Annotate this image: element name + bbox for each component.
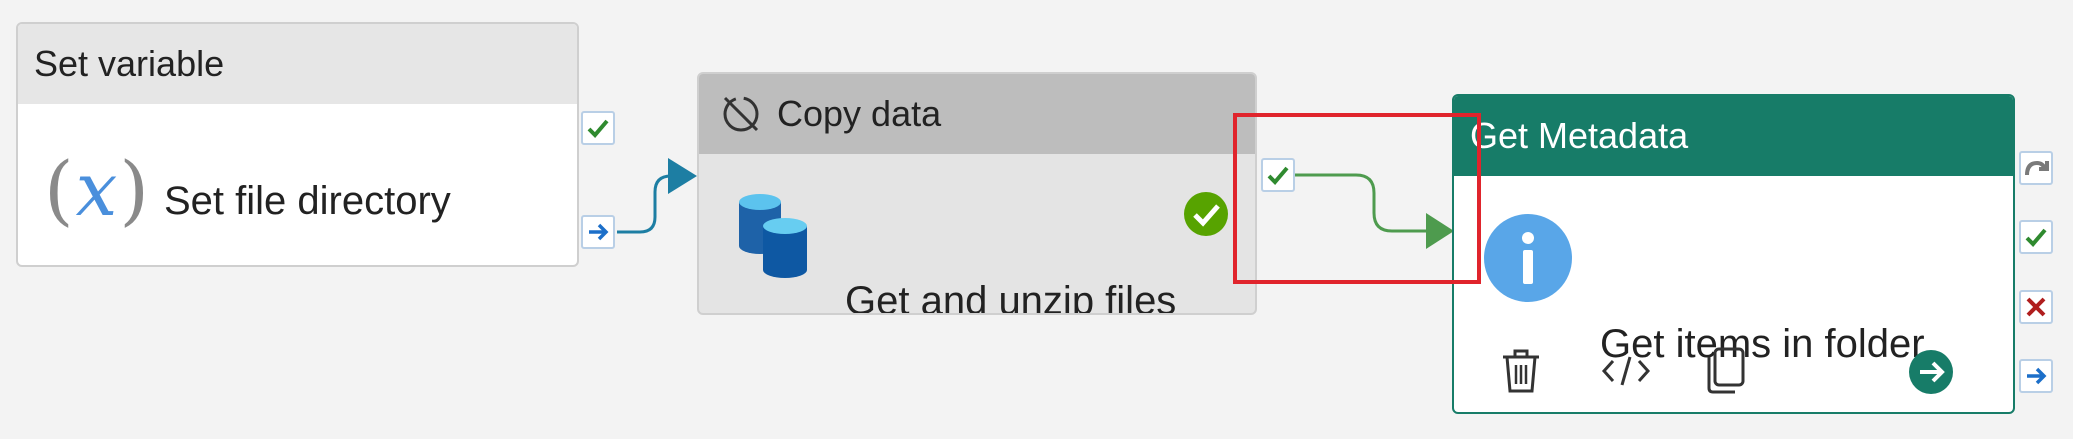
code-icon <box>1601 356 1651 386</box>
status-succeeded-icon <box>1184 192 1228 236</box>
set-variable-activity[interactable]: Set variable ( x ) Set file directory <box>16 22 579 267</box>
activity-type-label: Get Metadata <box>1470 115 1689 156</box>
activity-name: Get and unzip files <box>845 279 1177 315</box>
activity-type-header: Copy data <box>699 74 1255 154</box>
completion-arrow-icon <box>2027 367 2047 385</box>
copy-data-activity[interactable]: Copy data Get and unzip files <box>697 72 1257 315</box>
go-to-activity-button[interactable] <box>1906 347 1956 397</box>
success-check-icon <box>587 119 609 138</box>
variable-icon: ( x ) <box>44 145 150 234</box>
code-button[interactable] <box>1598 346 1654 396</box>
delete-button[interactable] <box>1496 346 1546 396</box>
go-arrow-icon <box>1909 350 1953 394</box>
highlight-box <box>1233 113 1481 284</box>
info-icon <box>1484 214 1572 302</box>
get-metadata-activity[interactable]: Get Metadata Get items in folder <box>1452 94 2015 414</box>
completion-connector[interactable] <box>617 174 672 234</box>
deactivated-icon <box>723 96 759 132</box>
connector-arrowhead <box>668 158 697 194</box>
activity-type-label: Copy data <box>777 93 942 134</box>
activity-type-label: Set variable <box>34 43 225 84</box>
success-port[interactable] <box>581 111 615 145</box>
completion-port[interactable] <box>581 215 615 249</box>
copy-button[interactable] <box>1700 344 1750 398</box>
activity-type-header: Set variable <box>18 24 577 104</box>
activity-name: Set file directory <box>164 179 451 223</box>
copy-icon <box>1707 347 1745 394</box>
success-check-icon <box>2025 228 2047 247</box>
completion-port[interactable] <box>2019 359 2053 393</box>
skip-port[interactable] <box>2019 151 2053 185</box>
failure-x-icon <box>2026 297 2046 317</box>
activity-type-header: Get Metadata <box>1454 96 2013 176</box>
delete-icon <box>1503 349 1539 393</box>
completion-arrow-icon <box>589 223 609 241</box>
skip-icon <box>2025 160 2049 176</box>
success-port[interactable] <box>2019 220 2053 254</box>
failure-port[interactable] <box>2019 290 2053 324</box>
database-icon <box>739 194 807 278</box>
